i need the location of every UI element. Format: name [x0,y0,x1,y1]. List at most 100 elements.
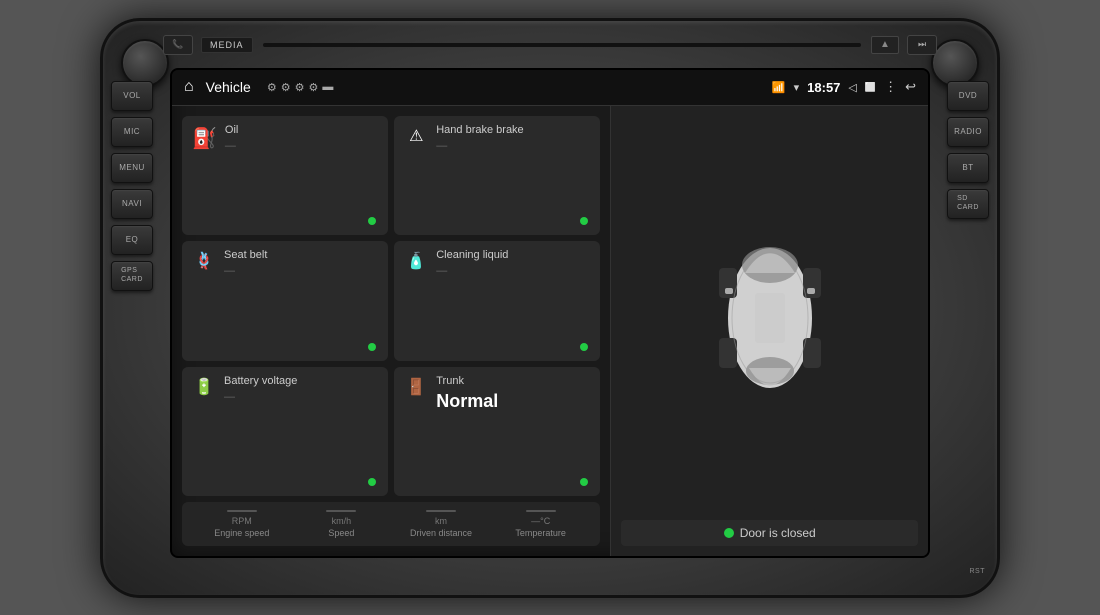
back-icon[interactable]: ↩ [905,79,916,95]
trunk-content: Trunk Normal [436,375,590,412]
cleaning-value: — [436,265,590,277]
car-top-view-svg [705,213,835,423]
top-left-controls: 📞 MEDIA [163,35,253,55]
handbrake-icon: ⚠ [404,126,428,146]
time-display: 18:57 [807,80,840,95]
settings-icon-4[interactable]: ⚙ [308,81,318,94]
car-view [705,116,835,520]
screen: ⌂ Vehicle ⚙ ⚙ ⚙ ⚙ ▬ 📶 ▾ 18:57 ◁ ⬜ ⋮ ↩ [170,68,930,558]
seatbelt-icon: 🪢 [192,251,216,271]
seatbelt-card[interactable]: 🪢 Seat belt — [182,241,388,361]
home-icon[interactable]: ⌂ [184,78,194,96]
handbrake-title: Hand brake brake [436,124,590,136]
volume-icon[interactable]: ◁ [848,81,856,94]
sidebar-btn-menu[interactable]: MENU [111,153,153,183]
sidebar-btn-bt[interactable]: BT [947,153,989,183]
settings-icons: ⚙ ⚙ ⚙ ⚙ ▬ [267,81,764,94]
left-knob[interactable] [121,39,169,87]
settings-icon-3[interactable]: ⚙ [295,81,305,94]
trunk-card[interactable]: 🚪 Trunk Normal [394,367,600,496]
signal-icon: 📶 [772,81,786,94]
door-status: Door is closed [621,520,918,546]
info-panel: ⛽ Oil — ⚠ Hand brake brake — [172,106,610,556]
temp-line [526,510,556,512]
eject-button[interactable]: ▲ [871,36,899,54]
cd-slot [263,43,861,47]
phone-icon-btn[interactable]: 📞 [163,35,193,55]
right-side-buttons: DVD RADIO BT SDCARD [947,81,989,219]
battery-content: Battery voltage — [224,375,378,403]
stat-temp: —°C Temperature [493,510,589,538]
rpm-line [227,510,257,512]
door-status-dot [724,528,734,538]
stats-bar: RPM Engine speed km/h Speed km Driven di… [182,502,600,546]
status-bar: ⌂ Vehicle ⚙ ⚙ ⚙ ⚙ ▬ 📶 ▾ 18:57 ◁ ⬜ ⋮ ↩ [172,70,928,106]
handbrake-content: Hand brake brake — [436,124,590,152]
stat-speed: km/h Speed [294,510,390,538]
stat-rpm: RPM Engine speed [194,510,290,538]
cleaning-card[interactable]: 🧴 Cleaning liquid — [394,241,600,361]
seatbelt-title: Seat belt [224,249,378,261]
trunk-status-dot [580,478,588,486]
top-bar: 📞 MEDIA ▲ ⏭ [163,35,937,55]
right-knob[interactable] [931,39,979,87]
wifi-icon: ▾ [794,81,800,94]
cleaning-title: Cleaning liquid [436,249,590,261]
settings-icon-1[interactable]: ⚙ [267,81,277,94]
sidebar-btn-gps[interactable]: GPSCARD [111,261,153,291]
sidebar-btn-radio[interactable]: RADIO [947,117,989,147]
top-right-controls: ▲ ⏭ [871,35,937,55]
trunk-icon: 🚪 [404,377,428,397]
door-status-text: Door is closed [740,526,816,540]
seatbelt-content: Seat belt — [224,249,378,277]
distance-unit: km [435,516,447,526]
stat-distance: km Driven distance [393,510,489,538]
speed-line [326,510,356,512]
handbrake-card[interactable]: ⚠ Hand brake brake — [394,116,600,236]
oil-card[interactable]: ⛽ Oil — [182,116,388,236]
battery-status-icon: ▬ [322,81,333,94]
battery-status-dot [368,478,376,486]
handbrake-value: — [436,140,590,152]
right-status-icons: 📶 ▾ 18:57 ◁ ⬜ ⋮ ↩ [772,79,916,95]
left-side-buttons: VOL MIC MENU NAVI EQ GPSCARD [111,81,153,291]
more-menu-icon[interactable]: ⋮ [884,79,897,95]
main-content: ⛽ Oil — ⚠ Hand brake brake — [172,106,928,556]
speed-unit: km/h [332,516,352,526]
cleaning-icon: 🧴 [404,251,428,271]
oil-status-dot [368,217,376,225]
speed-label: Speed [328,528,354,538]
distance-label: Driven distance [410,528,472,538]
sidebar-btn-dvd[interactable]: DVD [947,81,989,111]
oil-content: Oil — [225,124,378,152]
seatbelt-value: — [224,265,378,277]
battery-card[interactable]: 🔋 Battery voltage — [182,367,388,496]
car-panel: Door is closed [610,106,928,556]
temp-unit: —°C [531,516,550,526]
handbrake-status-dot [580,217,588,225]
cleaning-content: Cleaning liquid — [436,249,590,277]
sidebar-btn-mic[interactable]: MIC [111,117,153,147]
skip-btn[interactable]: ⏭ [907,35,937,55]
battery-title: Battery voltage [224,375,378,387]
oil-icon: ⛽ [192,126,217,151]
sidebar-btn-sd[interactable]: SDCARD [947,189,989,219]
seatbelt-status-dot [368,343,376,351]
settings-icon-2[interactable]: ⚙ [281,81,291,94]
sidebar-btn-eq[interactable]: EQ [111,225,153,255]
oil-title: Oil [225,124,378,136]
oil-value: — [225,140,378,152]
cleaning-status-dot [580,343,588,351]
sidebar-btn-vol[interactable]: VOL [111,81,153,111]
vehicle-title: Vehicle [206,79,251,95]
battery-icon: 🔋 [192,377,216,397]
media-label[interactable]: MEDIA [201,37,253,53]
rpm-unit: RPM [232,516,252,526]
sidebar-btn-navi[interactable]: NAVI [111,189,153,219]
rpm-label: Engine speed [214,528,269,538]
screen-icon[interactable]: ⬜ [865,82,876,93]
temp-label: Temperature [515,528,566,538]
trunk-value: Normal [436,391,590,412]
rst-button[interactable]: RST [970,568,986,575]
distance-line [426,510,456,512]
